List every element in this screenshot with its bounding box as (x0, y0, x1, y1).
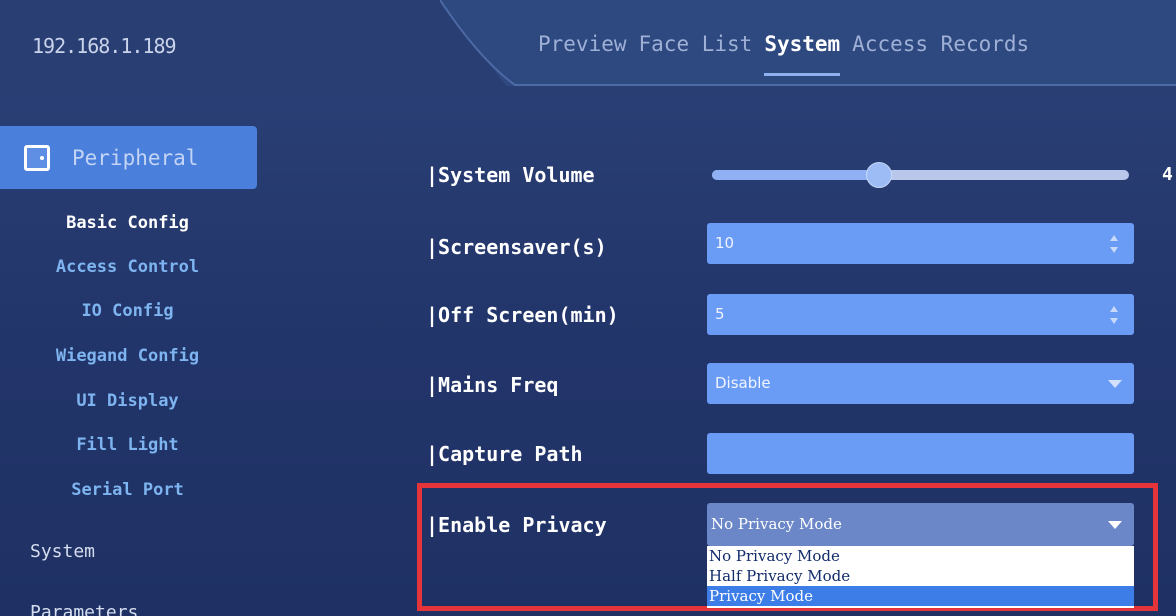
slider-handle[interactable] (865, 162, 892, 188)
screensaver-input[interactable]: 10 (707, 223, 1134, 264)
sidebar-item-fill-light[interactable]: Fill Light (0, 435, 255, 455)
chevron-down-icon (1108, 380, 1122, 388)
tab-face-list[interactable]: Face List (639, 32, 753, 56)
enable-privacy-value: No Privacy Mode (711, 515, 842, 533)
sidebar-item-access-control[interactable]: Access Control (0, 257, 255, 277)
option-half-privacy-mode[interactable]: Half Privacy Mode (707, 566, 1134, 586)
mains-freq-select[interactable]: Disable (707, 363, 1134, 404)
enable-privacy-select[interactable]: No Privacy Mode (707, 503, 1134, 546)
option-privacy-mode[interactable]: Privacy Mode (707, 586, 1134, 606)
sidebar-item-serial-port[interactable]: Serial Port (0, 480, 255, 500)
option-no-privacy-mode[interactable]: No Privacy Mode (707, 546, 1134, 566)
sidebar-item-wiegand-config[interactable]: Wiegand Config (0, 346, 255, 366)
sidebar-section-label: Peripheral (72, 145, 199, 170)
system-volume-label: |System Volume (426, 163, 595, 187)
enable-privacy-label: |Enable Privacy (426, 513, 607, 537)
off-screen-value: 5 (715, 305, 725, 323)
tab-preview[interactable]: Preview (538, 32, 627, 56)
screensaver-value: 10 (715, 234, 735, 252)
sidebar-item-parameters[interactable]: Parameters (30, 602, 138, 616)
enable-privacy-options: No Privacy Mode Half Privacy Mode Privac… (707, 546, 1134, 608)
app-window: 192.168.1.189 Preview Face List System A… (0, 0, 1176, 616)
mains-freq-value: Disable (715, 374, 771, 392)
capture-path-label: |Capture Path (426, 442, 583, 466)
spinner-arrows-icon[interactable] (1110, 306, 1118, 324)
device-ip: 192.168.1.189 (32, 34, 177, 58)
screensaver-label: |Screensaver(s) (426, 235, 607, 259)
sidebar-item-system[interactable]: System (30, 541, 95, 562)
system-volume-value: 4 (1162, 164, 1173, 185)
sidebar-item-basic-config[interactable]: Basic Config (0, 213, 255, 233)
sidebar-item-ui-display[interactable]: UI Display (0, 391, 255, 411)
tab-system[interactable]: System (764, 32, 840, 76)
door-icon (24, 144, 50, 171)
tab-access-records[interactable]: Access Records (852, 32, 1029, 56)
off-screen-input[interactable]: 5 (707, 294, 1134, 335)
main-nav: Preview Face List System Access Records (538, 32, 1029, 76)
mains-freq-label: |Mains Freq (426, 373, 559, 397)
sidebar-section-peripheral[interactable]: Peripheral (0, 126, 257, 189)
chevron-down-icon (1108, 521, 1122, 529)
spinner-arrows-icon[interactable] (1110, 235, 1118, 253)
off-screen-label: |Off Screen(min) (426, 303, 619, 327)
capture-path-input[interactable] (707, 433, 1134, 474)
system-volume-slider[interactable] (712, 162, 1129, 188)
sidebar-item-io-config[interactable]: IO Config (0, 301, 255, 321)
slider-fill (712, 170, 879, 180)
